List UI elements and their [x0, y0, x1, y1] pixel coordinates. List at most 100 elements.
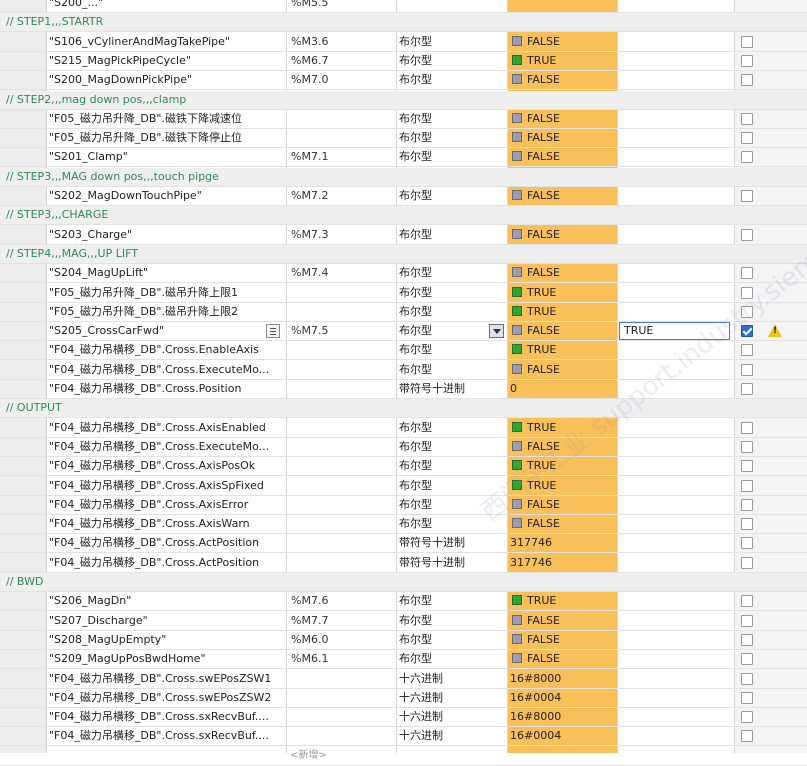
- variable-address[interactable]: %M6.1: [291, 650, 361, 668]
- variable-name[interactable]: "S106_vCylinerAndMagTakePipe": [49, 33, 281, 51]
- table-row[interactable]: "F05_磁力吊升降_DB".磁吊升降上限1 布尔型 TRUE: [0, 284, 807, 303]
- modify-checkbox[interactable]: [741, 556, 753, 569]
- variable-address[interactable]: %M6.7: [291, 52, 361, 70]
- comment-row[interactable]: // STEP3,,,MAG down pos,,,touch pipge: [0, 167, 807, 187]
- variable-address[interactable]: %M7.7: [291, 612, 361, 630]
- variable-name[interactable]: "F05_磁力吊升降_DB".磁吊升降上限1: [49, 284, 281, 302]
- modify-value-input[interactable]: TRUE: [619, 322, 730, 341]
- variable-name[interactable]: "S206_MagDn": [49, 592, 281, 610]
- variable-address[interactable]: [291, 727, 361, 745]
- table-row[interactable]: "F04_磁力吊横移_DB".Cross.ExecuteMo... 布尔型 FALS…: [0, 361, 807, 380]
- modify-checkbox[interactable]: [741, 537, 753, 550]
- variable-name[interactable]: "F05_磁力吊升降_DB".磁吊升降上限2: [49, 303, 281, 321]
- table-row[interactable]: "S106_vCylinerAndMagTakePipe" %M3.6 布尔型 FAL…: [0, 33, 807, 52]
- display-format[interactable]: [399, 0, 489, 12]
- table-row[interactable]: "F04_磁力吊横移_DB".Cross.ActPosition 带符号十进制 31…: [0, 554, 807, 573]
- table-row[interactable]: "F04_磁力吊横移_DB".Cross.AxisPosOk 布尔型 TRUE: [0, 457, 807, 477]
- variable-address[interactable]: [291, 438, 361, 456]
- modify-checkbox[interactable]: [741, 54, 753, 67]
- modify-checkbox[interactable]: [741, 633, 753, 646]
- variable-name[interactable]: "F04_磁力吊横移_DB".Cross.AxisWarn: [49, 515, 281, 533]
- variable-address[interactable]: [291, 341, 361, 359]
- variable-name[interactable]: "F05_磁力吊升降_DB".磁铁下降停止位: [49, 129, 281, 147]
- display-format[interactable]: 布尔型: [399, 631, 489, 649]
- display-format[interactable]: 布尔型: [399, 148, 489, 166]
- variable-name[interactable]: "S201_Clamp": [49, 148, 281, 166]
- modify-checkbox[interactable]: [741, 228, 753, 241]
- variable-name[interactable]: "F04_磁力吊横移_DB".Cross.sxRecvBuf....: [49, 708, 281, 726]
- new-row[interactable]: <新增>: [0, 747, 807, 766]
- display-format[interactable]: 带符号十进制: [399, 554, 489, 572]
- table-row[interactable]: "F05_磁力吊升降_DB".磁铁下降减速位 布尔型 FALSE: [0, 110, 807, 129]
- modify-checkbox[interactable]: [741, 479, 753, 492]
- display-format[interactable]: 带符号十进制: [399, 534, 489, 552]
- modify-checkbox[interactable]: [741, 132, 753, 145]
- variable-address[interactable]: %M7.1: [291, 148, 361, 166]
- display-format[interactable]: 布尔型: [399, 129, 489, 147]
- modify-checkbox[interactable]: [741, 440, 753, 453]
- variable-name[interactable]: "F04_磁力吊横移_DB".Cross.AxisEnabled: [49, 419, 281, 437]
- display-format[interactable]: 布尔型: [399, 303, 489, 321]
- variable-address[interactable]: [291, 708, 361, 726]
- table-row[interactable]: "S202_MagDownTouchPipe" %M7.2 布尔型 FALSE: [0, 187, 807, 206]
- modify-checkbox[interactable]: [741, 35, 753, 48]
- variable-address[interactable]: %M7.4: [291, 264, 361, 282]
- variable-address[interactable]: [291, 380, 361, 398]
- variable-address[interactable]: [291, 670, 361, 688]
- table-row[interactable]: "S201_Clamp" %M7.1 布尔型 FALSE: [0, 148, 807, 168]
- variable-address[interactable]: %M7.2: [291, 187, 361, 205]
- modify-checkbox[interactable]: [741, 421, 753, 434]
- display-format[interactable]: 布尔型: [399, 515, 489, 533]
- table-row[interactable]: "S205_CrossCarFwd" %M7.5 布尔型 FALSE TRUE: [0, 322, 807, 342]
- display-format[interactable]: 布尔型: [399, 457, 489, 475]
- variable-name[interactable]: "S203_Charge": [49, 226, 281, 244]
- variable-address[interactable]: [291, 457, 361, 475]
- modify-checkbox[interactable]: [741, 286, 753, 299]
- modify-checkbox[interactable]: [741, 305, 753, 318]
- display-format[interactable]: 十六进制: [399, 727, 489, 745]
- variable-address[interactable]: %M3.6: [291, 33, 361, 51]
- display-format[interactable]: 布尔型: [399, 496, 489, 514]
- display-format[interactable]: 十六进制: [399, 689, 489, 707]
- variable-name[interactable]: "S200_MagDownPickPipe": [49, 71, 281, 89]
- comment-row[interactable]: // STEP3,,,CHARGE: [0, 206, 807, 226]
- display-format[interactable]: 布尔型: [399, 284, 489, 302]
- table-row[interactable]: "S215_MagPickPipeCycle" %M6.7 布尔型 TRUE: [0, 52, 807, 71]
- variable-address[interactable]: [291, 361, 361, 379]
- modify-checkbox[interactable]: [741, 325, 753, 338]
- table-row[interactable]: "F04_磁力吊横移_DB".Cross.AxisWarn 布尔型 FALSE: [0, 515, 807, 535]
- variable-address[interactable]: %M7.3: [291, 226, 361, 244]
- display-format[interactable]: 十六进制: [399, 708, 489, 726]
- variable-name[interactable]: "F04_磁力吊横移_DB".Cross.ActPosition: [49, 554, 281, 572]
- comment-row[interactable]: // OUTPUT: [0, 399, 807, 419]
- table-row[interactable]: "S209_MagUpPosBwdHome" %M6.1 布尔型 FALSE: [0, 650, 807, 670]
- variable-address[interactable]: [291, 515, 361, 533]
- display-format[interactable]: 布尔型: [399, 612, 489, 630]
- variable-address[interactable]: %M6.0: [291, 631, 361, 649]
- display-format[interactable]: 布尔型: [399, 419, 489, 437]
- modify-checkbox[interactable]: [741, 614, 753, 627]
- variable-name[interactable]: "F04_磁力吊横移_DB".Cross.sxRecvBuf....: [49, 727, 281, 745]
- comment-row[interactable]: // STEP2,,,mag down pos,,,clamp: [0, 90, 807, 110]
- variable-name[interactable]: "S204_MagUpLift": [49, 264, 281, 282]
- modify-checkbox[interactable]: [741, 653, 753, 666]
- display-format[interactable]: 布尔型: [399, 477, 489, 495]
- modify-checkbox[interactable]: [741, 498, 753, 511]
- table-row[interactable]: "S203_Charge" %M7.3 布尔型 FALSE: [0, 226, 807, 245]
- modify-checkbox[interactable]: [741, 672, 753, 685]
- variable-name[interactable]: "F04_磁力吊横移_DB".Cross.AxisError: [49, 496, 281, 514]
- table-row[interactable]: "F04_磁力吊横移_DB".Cross.sxRecvBuf.... 十六进制 16…: [0, 727, 807, 747]
- modify-checkbox[interactable]: [741, 344, 753, 357]
- variable-name[interactable]: "S215_MagPickPipeCycle": [49, 52, 281, 70]
- list-browse-icon[interactable]: [266, 324, 280, 339]
- display-format[interactable]: 带符号十进制: [399, 380, 489, 398]
- table-row[interactable]: "F04_磁力吊横移_DB".Cross.AxisError 布尔型 FALSE: [0, 496, 807, 515]
- comment-row[interactable]: // BWD: [0, 573, 807, 592]
- variable-address[interactable]: [291, 496, 361, 514]
- display-format[interactable]: 布尔型: [399, 341, 489, 359]
- variable-name[interactable]: "F04_磁力吊横移_DB".Cross.Position: [49, 380, 281, 398]
- modify-checkbox[interactable]: [741, 363, 753, 376]
- table-row[interactable]: "F05_磁力吊升降_DB".磁吊升降上限2 布尔型 TRUE: [0, 303, 807, 322]
- display-format[interactable]: 布尔型: [399, 33, 489, 51]
- variable-name[interactable]: "F04_磁力吊横移_DB".Cross.swEPosZSW1: [49, 670, 281, 688]
